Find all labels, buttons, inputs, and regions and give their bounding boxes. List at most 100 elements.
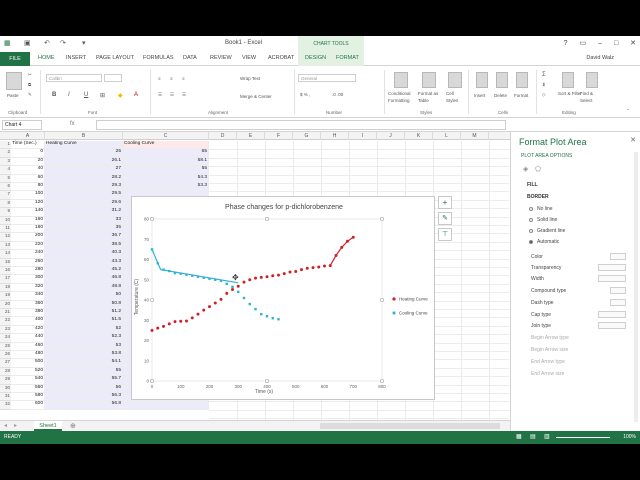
- data-cell[interactable]: 52.3: [45, 334, 123, 343]
- align-left-icon[interactable]: ☰: [158, 92, 162, 98]
- column-header[interactable]: K: [405, 132, 433, 140]
- chart-elements-button[interactable]: +: [438, 196, 452, 209]
- data-cell[interactable]: 40: [11, 166, 45, 175]
- align-right-icon[interactable]: ☰: [182, 92, 186, 98]
- data-cell[interactable]: 28.2: [45, 174, 123, 183]
- wrap-text-button[interactable]: Wrap Text: [240, 76, 260, 81]
- page-break-view-icon[interactable]: ▥: [544, 433, 550, 440]
- row-header[interactable]: 18: [0, 283, 11, 293]
- data-cell[interactable]: 58.1: [123, 157, 209, 167]
- row-header[interactable]: 29: [0, 376, 11, 385]
- italic-icon[interactable]: I: [68, 92, 70, 98]
- legend[interactable]: Heating Curve Cooling Curve: [392, 297, 428, 316]
- scroll-sheets-right-icon[interactable]: ▸: [14, 422, 17, 429]
- number-format-select[interactable]: General: [298, 74, 356, 82]
- row-header[interactable]: 4: [0, 166, 11, 175]
- insert-cells-icon[interactable]: [476, 72, 488, 88]
- x-axis-label[interactable]: Time (s): [255, 389, 273, 395]
- fill-line-icon[interactable]: ◈: [523, 165, 528, 173]
- data-cell[interactable]: 48.8: [45, 283, 123, 293]
- conditional-formatting-button[interactable]: Conditional Formatting: [388, 90, 418, 104]
- borders-icon[interactable]: ⊞: [100, 92, 105, 99]
- copy-icon[interactable]: ⧉: [28, 82, 31, 87]
- data-cell[interactable]: 51.5: [45, 317, 123, 326]
- data-cell[interactable]: 31.2: [45, 208, 123, 217]
- horizontal-scrollbar[interactable]: [320, 423, 500, 429]
- header-cell[interactable]: Cooling Curve: [123, 141, 209, 150]
- column-header[interactable]: H: [321, 132, 349, 140]
- data-cell[interactable]: 60: [11, 174, 45, 183]
- data-cell[interactable]: [123, 401, 209, 410]
- fill-icon[interactable]: ⬇: [542, 82, 546, 88]
- row-header[interactable]: 8: [0, 199, 11, 209]
- row-header[interactable]: 31: [0, 393, 11, 402]
- data-cell[interactable]: 540: [11, 376, 45, 385]
- paste-button[interactable]: Paste: [7, 93, 19, 98]
- tab-home[interactable]: HOME: [38, 55, 55, 61]
- minimize-icon[interactable]: –: [598, 40, 602, 47]
- data-cell[interactable]: 120: [11, 199, 45, 209]
- data-cell[interactable]: 140: [11, 208, 45, 217]
- scroll-sheets-left-icon[interactable]: ◂: [4, 422, 7, 429]
- data-cell[interactable]: 43.3: [45, 258, 123, 267]
- zoom-slider[interactable]: [556, 437, 610, 438]
- row-header[interactable]: 19: [0, 292, 11, 301]
- customize-qat-icon[interactable]: ▾: [82, 39, 86, 47]
- data-cell[interactable]: 50.8: [45, 300, 123, 309]
- data-cell[interactable]: 460: [11, 342, 45, 351]
- new-sheet-icon[interactable]: ⊕: [70, 422, 76, 430]
- ribbon-display-icon[interactable]: ▭: [580, 40, 587, 47]
- data-cell[interactable]: 50: [45, 292, 123, 301]
- bold-icon[interactable]: B: [52, 92, 56, 98]
- data-cell[interactable]: 100: [11, 191, 45, 200]
- row-header[interactable]: 22: [0, 317, 11, 326]
- font-size-select[interactable]: [104, 74, 122, 82]
- row-header[interactable]: 7: [0, 191, 11, 200]
- compound-type-dropdown[interactable]: [610, 287, 626, 294]
- sheet-tab-sheet1[interactable]: Sheet1: [34, 421, 62, 431]
- row-header[interactable]: 20: [0, 300, 11, 309]
- data-cell[interactable]: 26.1: [45, 157, 123, 167]
- delete-cells-button[interactable]: Delete: [494, 93, 507, 98]
- cell-styles-icon[interactable]: [448, 72, 462, 88]
- column-header[interactable]: J: [377, 132, 405, 140]
- fill-section[interactable]: FILL: [527, 182, 538, 188]
- column-header[interactable]: C: [123, 132, 209, 140]
- chart-styles-button[interactable]: ✎: [438, 212, 452, 225]
- insert-cells-button[interactable]: Insert: [474, 93, 485, 98]
- tab-data[interactable]: DATA: [183, 55, 197, 61]
- data-cell[interactable]: 600: [11, 401, 45, 410]
- column-header[interactable]: I: [349, 132, 377, 140]
- page-layout-view-icon[interactable]: ▤: [530, 433, 536, 440]
- row-header[interactable]: 21: [0, 309, 11, 318]
- format-painter-icon[interactable]: ✎: [28, 92, 32, 98]
- normal-view-icon[interactable]: ▦: [516, 433, 522, 440]
- save-icon[interactable]: ▣: [24, 39, 31, 47]
- data-cell[interactable]: 420: [11, 325, 45, 335]
- data-cell[interactable]: 29.6: [45, 199, 123, 209]
- fill-color-icon[interactable]: ◆: [118, 92, 123, 99]
- dash-type-dropdown[interactable]: [610, 299, 626, 306]
- redo-icon[interactable]: ↷: [60, 39, 66, 47]
- data-cell[interactable]: 20: [11, 157, 45, 167]
- pane-scrollbar[interactable]: [634, 152, 638, 422]
- format-cells-button[interactable]: Format: [514, 93, 528, 98]
- align-top-icon[interactable]: ≡: [158, 76, 161, 81]
- row-header[interactable]: 1: [0, 141, 11, 150]
- data-cell[interactable]: 260: [11, 258, 45, 267]
- data-cell[interactable]: 360: [11, 300, 45, 309]
- find-select-button[interactable]: Find & Select: [580, 90, 604, 104]
- column-header[interactable]: B: [45, 132, 123, 140]
- cap-type-dropdown[interactable]: [598, 311, 626, 318]
- accounting-format-icon[interactable]: $ % ,: [300, 92, 310, 97]
- row-header[interactable]: 5: [0, 174, 11, 183]
- column-header[interactable]: G: [293, 132, 321, 140]
- tab-page-layout[interactable]: PAGE LAYOUT: [96, 55, 134, 61]
- tab-acrobat[interactable]: ACROBAT: [268, 55, 294, 61]
- row-header[interactable]: 25: [0, 342, 11, 351]
- autosum-icon[interactable]: Σ: [542, 72, 546, 78]
- row-header[interactable]: 23: [0, 325, 11, 335]
- chart-title[interactable]: Phase changes for p-dichlorobenzene: [225, 204, 343, 211]
- help-icon[interactable]: ?: [564, 40, 568, 47]
- cell-styles-button[interactable]: Cell Styles: [446, 90, 464, 104]
